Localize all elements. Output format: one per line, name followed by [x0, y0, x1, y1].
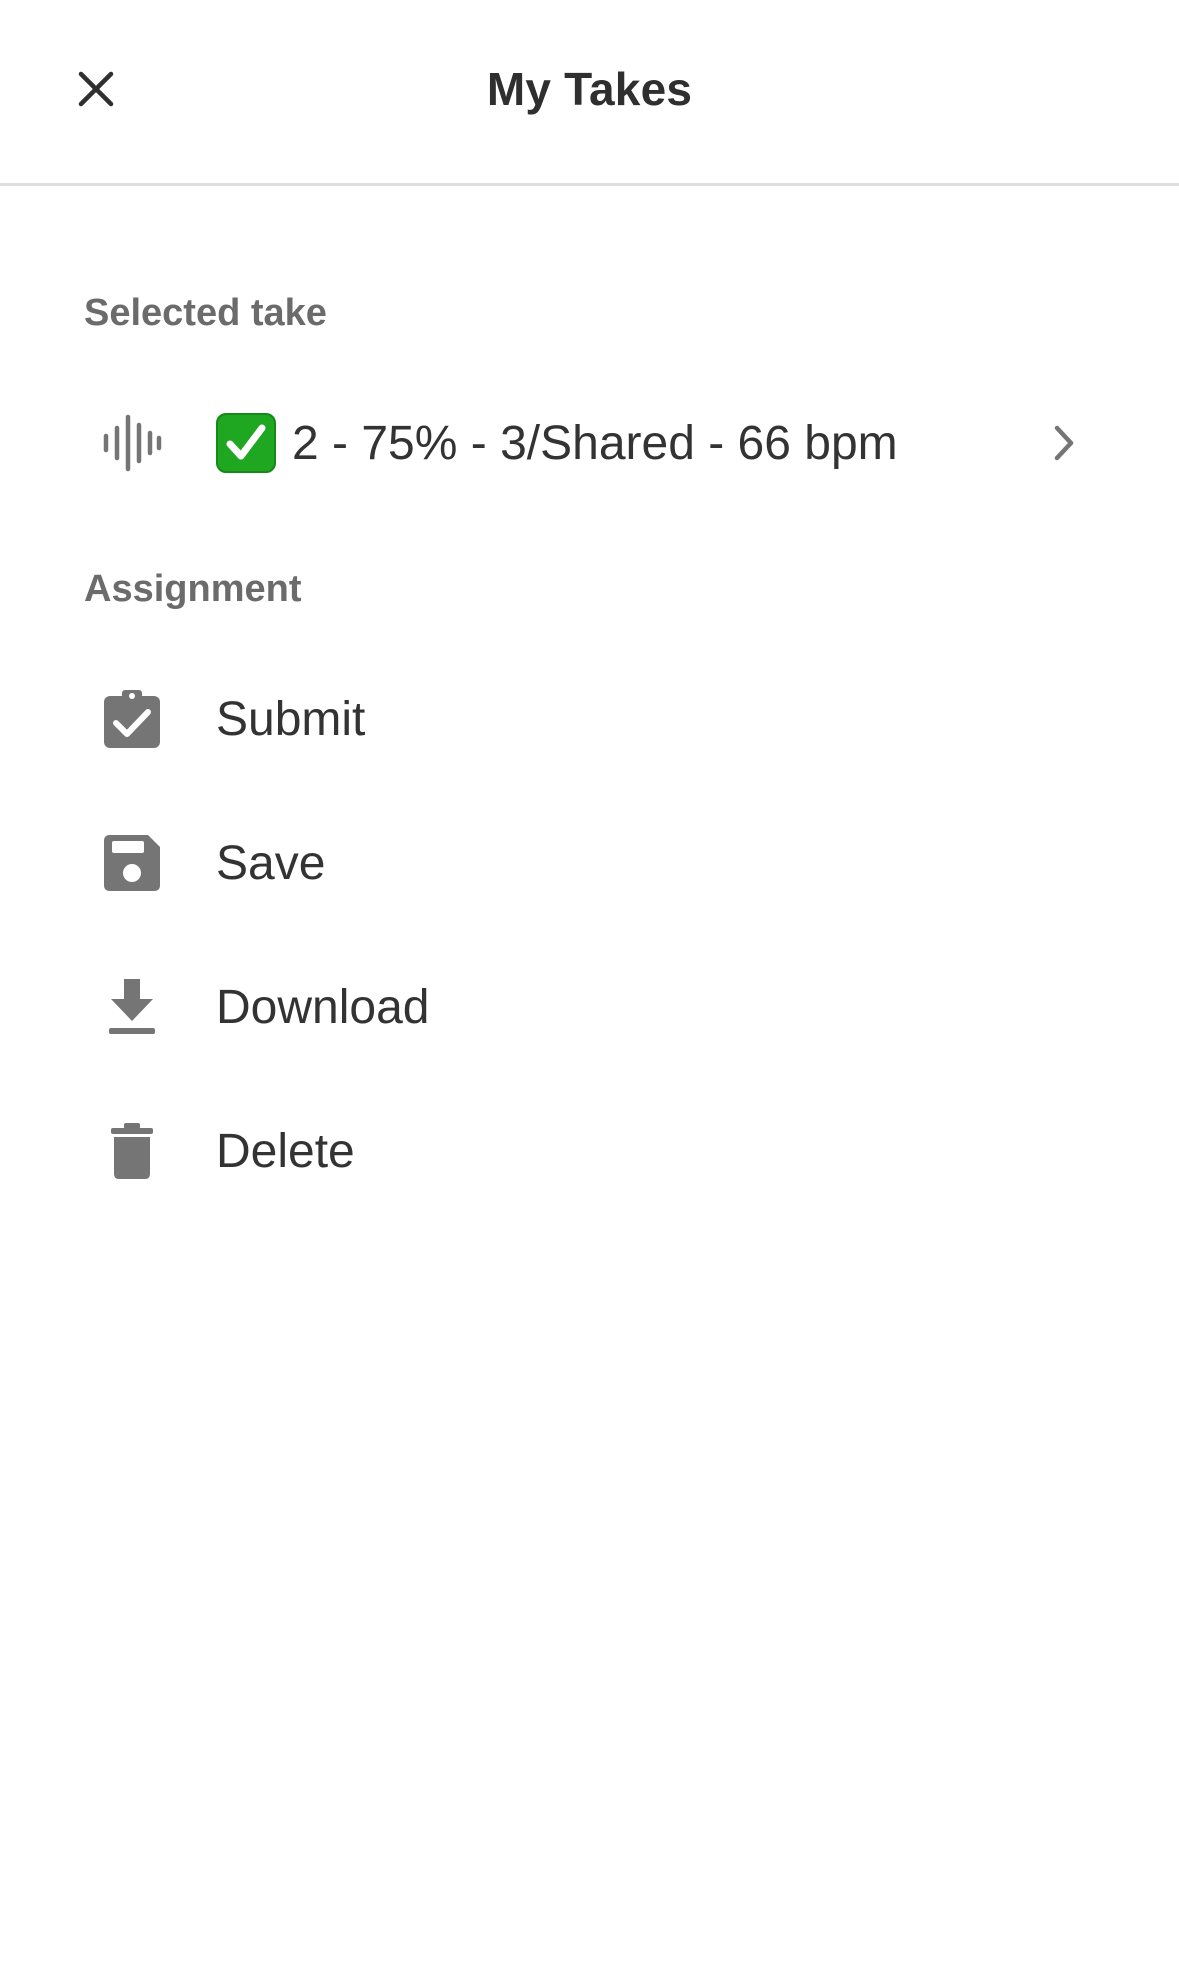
download-label: Download [216, 980, 430, 1034]
chevron-right-icon [1034, 413, 1094, 473]
header-bar: My Takes [0, 0, 1179, 186]
download-button[interactable]: Download [84, 952, 1094, 1062]
check-mark-button-emoji [216, 413, 276, 473]
section-label-selected-take: Selected take [84, 292, 327, 334]
submit-button[interactable]: Submit [84, 664, 1094, 774]
download-icon [84, 959, 180, 1055]
page-title: My Takes [486, 63, 693, 115]
delete-button[interactable]: Delete [84, 1096, 1094, 1206]
selected-take-label: 2 - 75% - 3/Shared - 66 bpm [292, 416, 898, 470]
trash-icon [84, 1103, 180, 1199]
waveform-icon [84, 395, 180, 491]
save-label: Save [216, 836, 326, 890]
my-takes-screen: My Takes Selected take 2 - 75% - 3/Share… [0, 0, 1179, 1972]
clipboard-check-icon [84, 671, 180, 767]
delete-label: Delete [216, 1124, 355, 1178]
submit-label: Submit [216, 692, 366, 746]
section-label-assignment: Assignment [84, 568, 302, 610]
save-button[interactable]: Save [84, 808, 1094, 918]
save-icon [84, 815, 180, 911]
selected-take-row[interactable]: 2 - 75% - 3/Shared - 66 bpm [84, 388, 1094, 498]
